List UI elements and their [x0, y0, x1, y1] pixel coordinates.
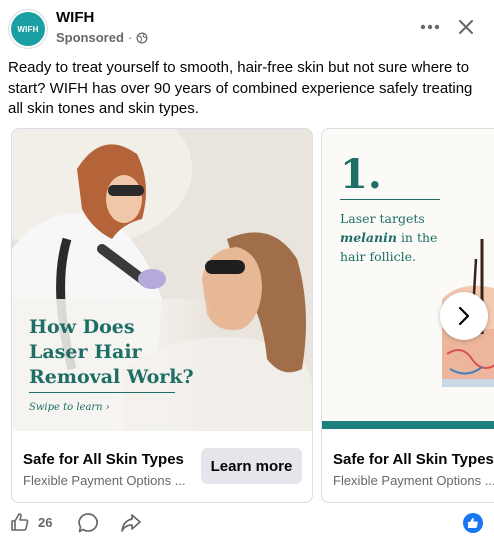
sponsored-label[interactable]: Sponsored	[56, 30, 124, 45]
comment-bubble-icon	[78, 513, 98, 533]
post-action-bar: 26	[0, 508, 494, 540]
page-avatar[interactable]: WIFH	[8, 9, 48, 49]
share-button[interactable]	[120, 512, 142, 539]
more-options-button[interactable]	[412, 12, 448, 42]
comment-button[interactable]	[77, 512, 99, 539]
meta-separator: ·	[127, 30, 133, 45]
close-x-icon	[459, 20, 473, 34]
thumbs-up-icon	[11, 513, 29, 531]
card-1-title: Safe for All Skin Types	[23, 451, 184, 468]
swipe-hint: Swipe to learn ›	[29, 402, 110, 413]
carousel-card-1[interactable]: How Does Laser Hair Removal Work? Swipe …	[11, 128, 313, 503]
page-name-link[interactable]: WIFH	[56, 9, 94, 26]
headline-line-1: How Does	[29, 316, 135, 338]
carousel-next-button[interactable]	[440, 292, 488, 340]
globe-icon	[136, 32, 148, 43]
card-1-headline: How Does Laser Hair Removal Work?	[29, 315, 194, 390]
card-2-footer[interactable]: Safe for All Skin Types Flexible Payment…	[322, 431, 494, 502]
card-1-subtitle: Flexible Payment Options ...	[23, 473, 186, 488]
headline-line-3: Removal Work?	[29, 366, 194, 388]
card-2-title: Safe for All Skin Types	[333, 451, 494, 468]
brand-band	[322, 421, 494, 429]
post-header: WIFH WIFH Sponsored ·	[0, 0, 494, 56]
reaction-thumb-icon	[468, 518, 478, 528]
hair-follicle-illustration	[442, 239, 494, 387]
headline-divider	[29, 392, 175, 393]
post-caption: Ready to treat yourself to smooth, hair-…	[8, 59, 473, 117]
like-count: 26	[38, 514, 53, 530]
post-meta: Sponsored ·	[56, 30, 148, 45]
share-arrow-icon	[121, 514, 141, 532]
learn-more-button[interactable]: Learn more	[201, 448, 302, 484]
chevron-right-icon	[458, 306, 470, 326]
avatar-logo: WIFH	[11, 12, 45, 46]
like-reaction-icon	[463, 513, 483, 533]
card-1-creative[interactable]: How Does Laser Hair Removal Work? Swipe …	[12, 129, 312, 431]
like-button[interactable]: 26	[10, 512, 52, 532]
more-dots-icon	[420, 24, 440, 30]
card-2-creative[interactable]: 1. Laser targets melanin in the hair fol…	[322, 129, 494, 431]
card-2-subtitle: Flexible Payment Options ...	[333, 473, 494, 488]
card-1-footer[interactable]: Safe for All Skin Types Flexible Payment…	[12, 431, 312, 502]
headline-line-2: Laser Hair	[29, 341, 142, 363]
ad-carousel[interactable]: How Does Laser Hair Removal Work? Swipe …	[0, 128, 494, 506]
hide-post-button[interactable]	[450, 12, 482, 42]
